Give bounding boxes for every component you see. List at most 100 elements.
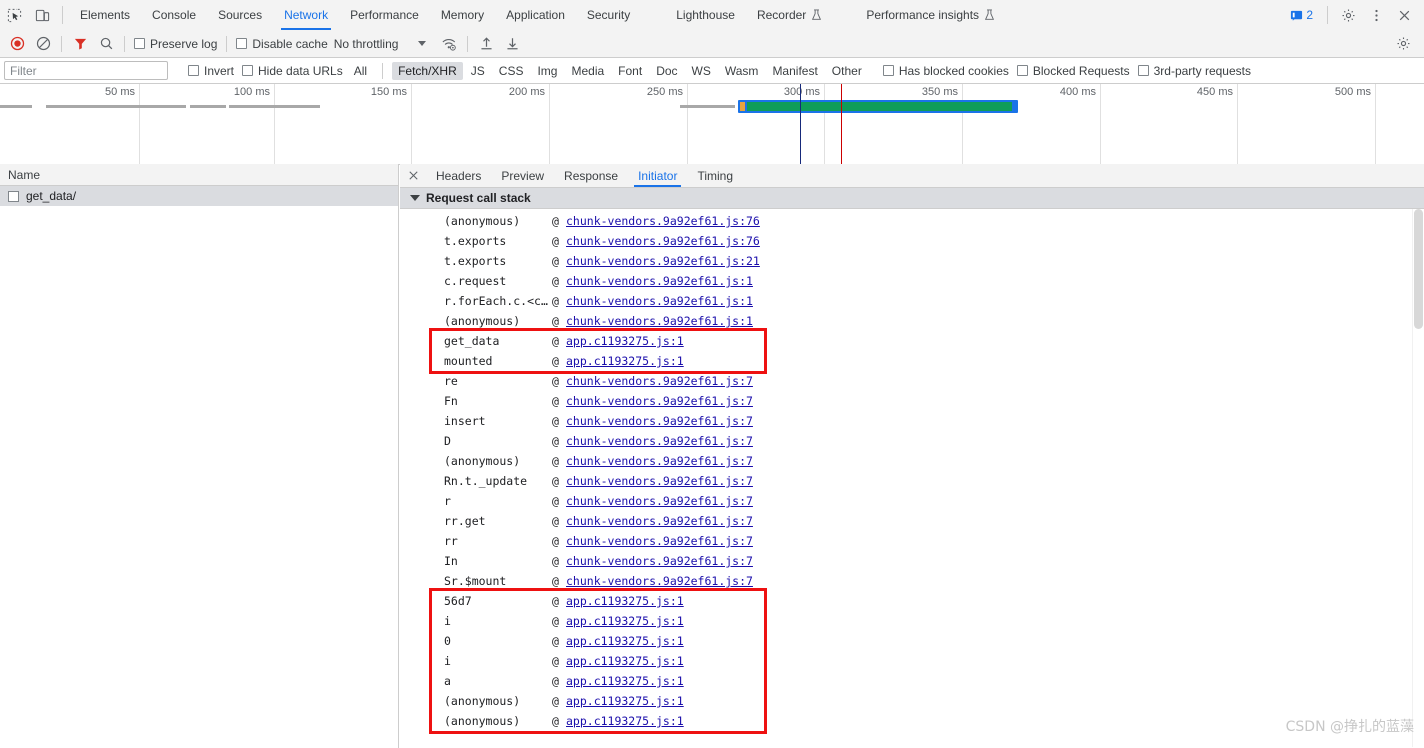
- call-stack-row[interactable]: D @ chunk-vendors.9a92ef61.js:7: [400, 431, 1424, 451]
- call-stack-source-link[interactable]: app.c1193275.js:1: [566, 674, 684, 688]
- call-stack-source-link[interactable]: chunk-vendors.9a92ef61.js:76: [566, 234, 760, 248]
- call-stack-row[interactable]: get_data @ app.c1193275.js:1: [400, 331, 1424, 351]
- call-stack-row[interactable]: rr.get @ chunk-vendors.9a92ef61.js:7: [400, 511, 1424, 531]
- disable-cache-checkbox[interactable]: Disable cache: [232, 37, 331, 51]
- call-stack-source-link[interactable]: app.c1193275.js:1: [566, 354, 684, 368]
- call-stack-source-link[interactable]: chunk-vendors.9a92ef61.js:7: [566, 374, 753, 388]
- third-party-requests-checkbox[interactable]: 3rd-party requests: [1134, 64, 1255, 78]
- call-stack-row[interactable]: insert @ chunk-vendors.9a92ef61.js:7: [400, 411, 1424, 431]
- detail-tab-response[interactable]: Response: [554, 164, 628, 187]
- type-chip-other[interactable]: Other: [826, 62, 868, 80]
- call-stack-source-link[interactable]: chunk-vendors.9a92ef61.js:7: [566, 554, 753, 568]
- call-stack-source-link[interactable]: chunk-vendors.9a92ef61.js:7: [566, 494, 753, 508]
- call-stack-row[interactable]: i @ app.c1193275.js:1: [400, 651, 1424, 671]
- call-stack-source-link[interactable]: app.c1193275.js:1: [566, 334, 684, 348]
- call-stack-source-link[interactable]: chunk-vendors.9a92ef61.js:7: [566, 514, 753, 528]
- network-conditions-icon[interactable]: [436, 31, 462, 57]
- call-stack-row[interactable]: c.request @ chunk-vendors.9a92ef61.js:1: [400, 271, 1424, 291]
- type-chip-js[interactable]: JS: [465, 62, 491, 80]
- device-toolbar-icon[interactable]: [28, 1, 56, 29]
- call-stack-row[interactable]: i @ app.c1193275.js:1: [400, 611, 1424, 631]
- invert-checkbox[interactable]: Invert: [184, 64, 238, 78]
- call-stack-source-link[interactable]: app.c1193275.js:1: [566, 594, 684, 608]
- tab-performance-insights[interactable]: Performance insights: [855, 1, 1006, 30]
- call-stack-source-link[interactable]: app.c1193275.js:1: [566, 654, 684, 668]
- blocked-requests-checkbox[interactable]: Blocked Requests: [1013, 64, 1134, 78]
- tab-sources[interactable]: Sources: [207, 1, 273, 30]
- call-stack-row[interactable]: In @ chunk-vendors.9a92ef61.js:7: [400, 551, 1424, 571]
- filter-button[interactable]: [67, 31, 93, 57]
- tab-console[interactable]: Console: [141, 1, 207, 30]
- call-stack-source-link[interactable]: chunk-vendors.9a92ef61.js:1: [566, 274, 753, 288]
- call-stack-row[interactable]: Fn @ chunk-vendors.9a92ef61.js:7: [400, 391, 1424, 411]
- call-stack-row[interactable]: mounted @ app.c1193275.js:1: [400, 351, 1424, 371]
- type-chip-img[interactable]: Img: [531, 62, 563, 80]
- close-detail-icon[interactable]: [400, 164, 426, 187]
- type-chip-font[interactable]: Font: [612, 62, 648, 80]
- call-stack-row[interactable]: r.forEach.c.<computed>@ chunk-vendors.9a9…: [400, 291, 1424, 311]
- detail-tab-headers[interactable]: Headers: [426, 164, 491, 187]
- close-icon[interactable]: [1390, 1, 1418, 29]
- detail-tab-timing[interactable]: Timing: [687, 164, 743, 187]
- issues-badge[interactable]: 2: [1286, 6, 1317, 24]
- call-stack-row[interactable]: (anonymous) @ app.c1193275.js:1: [400, 711, 1424, 731]
- call-stack-source-link[interactable]: chunk-vendors.9a92ef61.js:7: [566, 574, 753, 588]
- detail-tab-initiator[interactable]: Initiator: [628, 164, 687, 187]
- tab-application[interactable]: Application: [495, 1, 576, 30]
- call-stack-source-link[interactable]: chunk-vendors.9a92ef61.js:7: [566, 534, 753, 548]
- call-stack-row[interactable]: rr @ chunk-vendors.9a92ef61.js:7: [400, 531, 1424, 551]
- call-stack-row[interactable]: 56d7 @ app.c1193275.js:1: [400, 591, 1424, 611]
- type-chip-ws[interactable]: WS: [686, 62, 717, 80]
- call-stack-source-link[interactable]: chunk-vendors.9a92ef61.js:76: [566, 214, 760, 228]
- call-stack-source-link[interactable]: chunk-vendors.9a92ef61.js:1: [566, 294, 753, 308]
- inspect-element-icon[interactable]: [0, 1, 28, 29]
- call-stack-source-link[interactable]: chunk-vendors.9a92ef61.js:1: [566, 314, 753, 328]
- call-stack-row[interactable]: (anonymous) @ app.c1193275.js:1: [400, 691, 1424, 711]
- tab-network[interactable]: Network: [273, 1, 339, 30]
- clear-button[interactable]: [30, 31, 56, 57]
- call-stack-row[interactable]: a @ app.c1193275.js:1: [400, 671, 1424, 691]
- call-stack-source-link[interactable]: app.c1193275.js:1: [566, 714, 684, 728]
- call-stack-row[interactable]: (anonymous) @ chunk-vendors.9a92ef61.js:7: [400, 451, 1424, 471]
- filter-input[interactable]: Filter: [4, 61, 168, 80]
- call-stack-row[interactable]: Sr.$mount @ chunk-vendors.9a92ef61.js:7: [400, 571, 1424, 591]
- call-stack-row[interactable]: re @ chunk-vendors.9a92ef61.js:7: [400, 371, 1424, 391]
- request-timeline-bar[interactable]: [738, 100, 1018, 113]
- type-chip-wasm[interactable]: Wasm: [719, 62, 765, 80]
- network-settings-icon[interactable]: [1390, 31, 1416, 57]
- type-chip-all[interactable]: All: [348, 62, 373, 80]
- import-har-icon[interactable]: [473, 31, 499, 57]
- network-overview-timeline[interactable]: 50 ms 100 ms 150 ms 200 ms 250 ms 300 ms 350 m…: [0, 84, 1424, 165]
- tab-memory[interactable]: Memory: [430, 1, 495, 30]
- type-chip-css[interactable]: CSS: [493, 62, 530, 80]
- call-stack-source-link[interactable]: chunk-vendors.9a92ef61.js:7: [566, 454, 753, 468]
- call-stack-row[interactable]: t.exports @ chunk-vendors.9a92ef61.js:21: [400, 251, 1424, 271]
- hide-data-urls-checkbox[interactable]: Hide data URLs: [238, 64, 347, 78]
- record-button[interactable]: [4, 31, 30, 57]
- request-call-stack-header[interactable]: Request call stack: [400, 188, 1424, 209]
- call-stack-row[interactable]: (anonymous) @ chunk-vendors.9a92ef61.js:1: [400, 311, 1424, 331]
- call-stack-row[interactable]: (anonymous) @ chunk-vendors.9a92ef61.js:76: [400, 211, 1424, 231]
- tab-security[interactable]: Security: [576, 1, 641, 30]
- detail-tab-preview[interactable]: Preview: [491, 164, 554, 187]
- type-chip-media[interactable]: Media: [565, 62, 610, 80]
- throttling-select[interactable]: No throttling: [332, 37, 429, 51]
- call-stack-source-link[interactable]: chunk-vendors.9a92ef61.js:7: [566, 414, 753, 428]
- has-blocked-cookies-checkbox[interactable]: Has blocked cookies: [879, 64, 1013, 78]
- call-stack-source-link[interactable]: app.c1193275.js:1: [566, 614, 684, 628]
- more-options-icon[interactable]: [1362, 1, 1390, 29]
- tab-performance[interactable]: Performance: [339, 1, 430, 30]
- call-stack-source-link[interactable]: chunk-vendors.9a92ef61.js:21: [566, 254, 760, 268]
- export-har-icon[interactable]: [499, 31, 525, 57]
- gear-icon[interactable]: [1334, 1, 1362, 29]
- type-chip-doc[interactable]: Doc: [650, 62, 683, 80]
- call-stack-row[interactable]: r @ chunk-vendors.9a92ef61.js:7: [400, 491, 1424, 511]
- call-stack-source-link[interactable]: chunk-vendors.9a92ef61.js:7: [566, 434, 753, 448]
- call-stack-source-link[interactable]: app.c1193275.js:1: [566, 634, 684, 648]
- preserve-log-checkbox[interactable]: Preserve log: [130, 37, 221, 51]
- request-row-get-data[interactable]: get_data/: [0, 186, 398, 206]
- column-header-name[interactable]: Name: [0, 164, 398, 186]
- call-stack-row[interactable]: 0 @ app.c1193275.js:1: [400, 631, 1424, 651]
- tab-lighthouse[interactable]: Lighthouse: [665, 1, 746, 30]
- tab-elements[interactable]: Elements: [69, 1, 141, 30]
